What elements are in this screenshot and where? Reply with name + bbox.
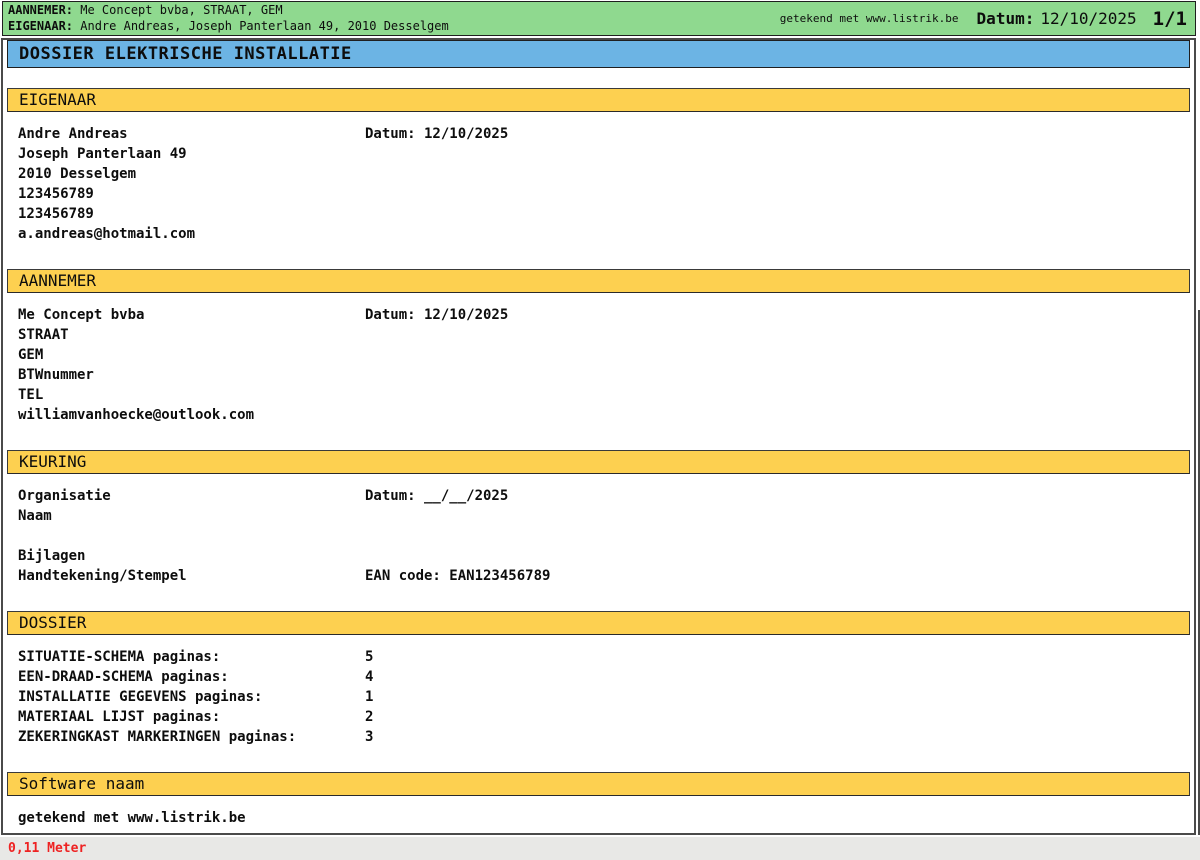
- top-info-right: getekend met www.listrik.be Datum: 12/10…: [780, 8, 1195, 30]
- field-row: Me Concept bvba Datum: 12/10/2025: [18, 305, 1190, 325]
- field-value: Datum: __/__/2025: [365, 486, 508, 506]
- status-bar: 0,11 Meter: [0, 837, 1200, 860]
- top-info-bar: AANNEMER: Me Concept bvba, STRAAT, GEM E…: [2, 1, 1196, 36]
- field-row: 2010 Desselgem: [18, 164, 1190, 184]
- field-row: EEN-DRAAD-SCHEMA paginas: 4: [18, 667, 1190, 687]
- field-value: 3: [365, 727, 373, 747]
- section-header-software: Software naam: [7, 772, 1190, 796]
- field-label: Handtekening/Stempel: [18, 568, 187, 584]
- field-label: Organisatie: [18, 488, 111, 504]
- field-label: EEN-DRAAD-SCHEMA paginas:: [18, 669, 229, 685]
- top-aannemer-label: AANNEMER:: [8, 3, 73, 17]
- top-info-left: AANNEMER: Me Concept bvba, STRAAT, GEM E…: [3, 3, 780, 34]
- top-eigenaar-line: EIGENAAR: Andre Andreas, Joseph Panterla…: [8, 19, 780, 34]
- field-label: BTWnummer: [18, 367, 94, 383]
- field-label: getekend met www.listrik.be: [18, 810, 246, 826]
- section-keuring: KEURING Organisatie Datum: __/__/2025 Naa…: [7, 450, 1190, 586]
- field-row: SITUATIE-SCHEMA paginas: 5: [18, 647, 1190, 667]
- field-row: ZEKERINGKAST MARKERINGEN paginas: 3: [18, 727, 1190, 747]
- field-value: 5: [365, 647, 373, 667]
- section-content-keuring: Organisatie Datum: __/__/2025 Naam Bijlag…: [7, 486, 1190, 586]
- field-value: 2: [365, 707, 373, 727]
- field-label: 2010 Desselgem: [18, 166, 136, 182]
- section-header-dossier: DOSSIER: [7, 611, 1190, 635]
- field-label: ZEKERINGKAST MARKERINGEN paginas:: [18, 729, 296, 745]
- field-label: INSTALLATIE GEGEVENS paginas:: [18, 689, 262, 705]
- field-row: TEL: [18, 385, 1190, 405]
- field-value: Datum: 12/10/2025: [365, 124, 508, 144]
- top-eigenaar-value: Andre Andreas, Joseph Panterlaan 49, 201…: [73, 19, 449, 33]
- field-label: Me Concept bvba: [18, 307, 144, 323]
- field-label: TEL: [18, 387, 43, 403]
- section-content-software: getekend met www.listrik.be: [7, 808, 1190, 828]
- section-aannemer: AANNEMER Me Concept bvba Datum: 12/10/202…: [7, 269, 1190, 425]
- field-label: 123456789: [18, 186, 94, 202]
- field-row: STRAAT: [18, 325, 1190, 345]
- date-label: Datum:: [977, 9, 1035, 28]
- field-row: 123456789: [18, 184, 1190, 204]
- field-row: williamvanhoecke@outlook.com: [18, 405, 1190, 425]
- field-label: williamvanhoecke@outlook.com: [18, 407, 254, 423]
- field-label: Joseph Panterlaan 49: [18, 146, 187, 162]
- field-row: MATERIAAL LIJST paginas: 2: [18, 707, 1190, 727]
- section-content-aannemer: Me Concept bvbaDatum: 12/10/2025 STRAAT …: [7, 305, 1190, 425]
- field-row: BTWnummer: [18, 365, 1190, 385]
- field-row: GEM: [18, 345, 1190, 365]
- section-header-keuring: KEURING: [7, 450, 1190, 474]
- field-row: 123456789: [18, 204, 1190, 224]
- section-header-aannemer: AANNEMER: [7, 269, 1190, 293]
- field-value: EAN code: EAN123456789: [365, 566, 550, 586]
- section-eigenaar: EIGENAAR Andre Andreas Datum: 12/10/2025 …: [7, 88, 1190, 244]
- page-indicator: 1/1: [1153, 8, 1187, 30]
- section-dossier: DOSSIER SITUATIE-SCHEMA paginas: 5 EEN-DR…: [7, 611, 1190, 747]
- field-label: GEM: [18, 347, 43, 363]
- field-value: 4: [365, 667, 373, 687]
- top-aannemer-value: Me Concept bvba, STRAAT, GEM: [73, 3, 283, 17]
- field-row: Andre Andreas Datum: 12/10/2025: [18, 124, 1190, 144]
- field-row: Handtekening/Stempel EAN code: EAN1234567…: [18, 566, 1190, 586]
- field-row: a.andreas@hotmail.com: [18, 224, 1190, 244]
- field-row: Bijlagen: [18, 546, 1190, 566]
- section-content-eigenaar: Andre Andreas Datum: 12/10/2025 Joseph Pa…: [7, 124, 1190, 244]
- field-row: getekend met www.listrik.be: [18, 808, 1190, 828]
- field-row: INSTALLATIE GEGEVENS paginas: 1: [18, 687, 1190, 707]
- field-label: SITUATIE-SCHEMA paginas:: [18, 649, 220, 665]
- date-value: 12/10/2025: [1040, 9, 1136, 28]
- field-label: Bijlagen: [18, 548, 85, 564]
- document-page: DOSSIER ELEKTRISCHE INSTALLATIE EIGENAAR…: [1, 38, 1196, 835]
- watermark-text: getekend met www.listrik.be: [780, 12, 959, 25]
- section-header-eigenaar: EIGENAAR: [7, 88, 1190, 112]
- field-row: Organisatie Datum: __/__/2025: [18, 486, 1190, 506]
- field-label: 123456789: [18, 206, 94, 222]
- document-title-bar: DOSSIER ELEKTRISCHE INSTALLATIE: [7, 40, 1190, 68]
- field-row-blank: [18, 526, 1190, 546]
- status-measurement-text: 0,11 Meter: [8, 837, 86, 860]
- section-content-dossier: SITUATIE-SCHEMA paginas: 5 EEN-DRAAD-SCHE…: [7, 647, 1190, 747]
- field-label: Andre Andreas: [18, 126, 128, 142]
- field-value: 1: [365, 687, 373, 707]
- field-value: Datum: 12/10/2025: [365, 305, 508, 325]
- top-aannemer-line: AANNEMER: Me Concept bvba, STRAAT, GEM: [8, 3, 780, 18]
- field-label: Naam: [18, 508, 52, 524]
- field-label: MATERIAAL LIJST paginas:: [18, 709, 220, 725]
- field-row: Joseph Panterlaan 49: [18, 144, 1190, 164]
- field-label: STRAAT: [18, 327, 69, 343]
- field-label: a.andreas@hotmail.com: [18, 226, 195, 242]
- document-title: DOSSIER ELEKTRISCHE INSTALLATIE: [19, 44, 352, 64]
- field-row: Naam: [18, 506, 1190, 526]
- section-software: Software naam getekend met www.listrik.b…: [7, 772, 1190, 828]
- top-eigenaar-label: EIGENAAR:: [8, 19, 73, 33]
